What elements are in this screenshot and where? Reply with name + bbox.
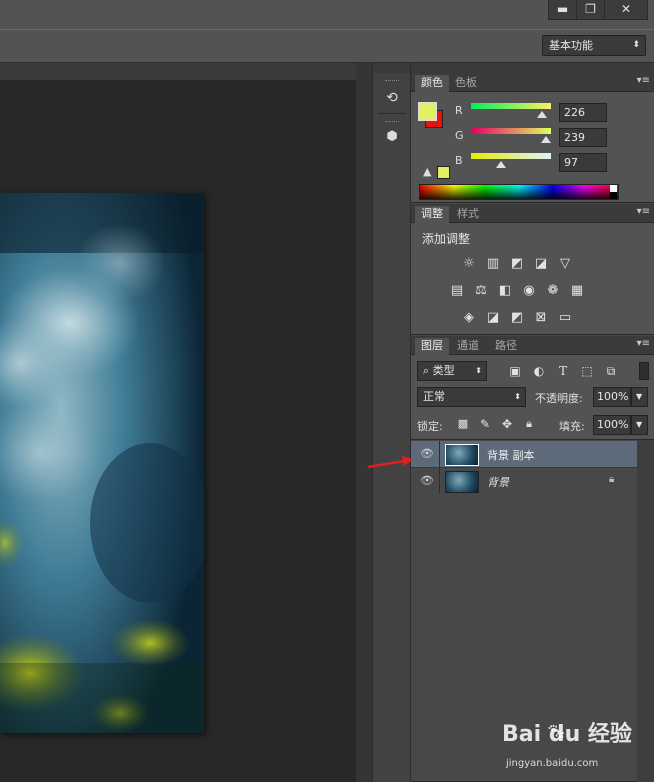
tab-swatches[interactable]: 色板	[449, 75, 483, 92]
baidu-watermark: Bai du 经验 🐾︎ jingyan.baidu.com	[502, 712, 652, 778]
channel-b-thumb[interactable]	[496, 161, 506, 168]
panel-menu-icon[interactable]: ▾≡	[637, 75, 650, 86]
3d-cube-icon[interactable]: ⬢	[383, 128, 401, 146]
opacity-dropdown-button[interactable]: ▼	[631, 387, 648, 407]
color-balance-icon[interactable]: ⚖	[473, 283, 489, 299]
tab-color[interactable]: 颜色	[415, 75, 449, 92]
vibrance-icon[interactable]: ▽	[557, 256, 573, 272]
color-spectrum-bar[interactable]	[419, 184, 619, 200]
channel-mixer-icon[interactable]: ❁	[545, 283, 561, 299]
adjustment-filter-icon[interactable]: ◐	[531, 363, 547, 379]
tab-channels[interactable]: 通道	[451, 338, 485, 355]
red-arrow-annotation	[367, 456, 413, 469]
smart-object-filter-icon[interactable]: ⧉	[603, 363, 619, 379]
threshold-icon[interactable]: ◩	[509, 310, 525, 326]
layer-name[interactable]: 背景	[487, 474, 509, 490]
hue-saturation-icon[interactable]: ▤	[449, 283, 465, 299]
eye-icon[interactable]: 👁︎	[420, 474, 434, 487]
shape-filter-icon[interactable]: ⬚	[579, 363, 595, 379]
panel-column: 颜色 色板 ▾≡ ▲ R 226 G 239 B 97 调整 样式 ▾≡ 添加调…	[411, 63, 654, 782]
lock-label: 锁定:	[417, 420, 443, 433]
workspace-switcher[interactable]: 基本功能 ⬍	[542, 35, 646, 56]
chevron-updown-icon: ⬍	[475, 366, 482, 375]
gamut-warning-icon[interactable]: ▲	[423, 165, 431, 178]
spectrum-black-chip[interactable]	[610, 192, 617, 199]
channel-r-slider[interactable]	[471, 103, 551, 109]
history-icon[interactable]: ⟲	[383, 89, 401, 107]
tab-layers[interactable]: 图层	[415, 338, 449, 355]
channel-g-thumb[interactable]	[541, 136, 551, 143]
close-button[interactable]: ✕	[604, 0, 648, 20]
eye-icon[interactable]: 👁︎	[420, 447, 434, 460]
gamut-color-swatch[interactable]	[437, 166, 450, 179]
layer-filter-label: 类型	[432, 364, 455, 377]
pixel-filter-icon[interactable]: ▣	[507, 363, 523, 379]
collapsed-panel-dock: ⟲ ⬢	[372, 63, 411, 782]
watermark-url: jingyan.baidu.com	[506, 758, 599, 769]
blend-mode-label: 正常	[423, 390, 445, 403]
tab-styles[interactable]: 样式	[451, 206, 485, 223]
layer-thumbnail	[445, 444, 479, 466]
layer-row-background-copy[interactable]: 👁︎ 背景 副本	[411, 441, 637, 467]
lock-position-icon[interactable]: ✥	[499, 416, 515, 432]
layer-name[interactable]: 背景 副本	[487, 447, 535, 463]
type-filter-icon[interactable]: T	[555, 363, 571, 379]
black-white-icon[interactable]: ◧	[497, 283, 513, 299]
chevron-updown-icon: ⬍	[632, 40, 640, 50]
adjustments-panel: 调整 样式 ▾≡ 添加调整 ☼ ▥ ◩ ◪ ▽ ▤ ⚖ ◧ ◉ ❁ ▦ ◈ ◪ …	[411, 204, 654, 335]
photo-filter-icon[interactable]: ◉	[521, 283, 537, 299]
lock-transparent-icon[interactable]: ▩	[455, 416, 471, 432]
invert-icon[interactable]: ◈	[461, 310, 477, 326]
tab-paths[interactable]: 路径	[489, 338, 523, 355]
selective-color-icon[interactable]: ▭	[557, 310, 573, 326]
panel-collapse-strip[interactable]	[411, 63, 654, 73]
panel-menu-icon[interactable]: ▾≡	[637, 206, 650, 217]
lock-brush-icon[interactable]: ✎	[477, 416, 493, 432]
fill-label: 填充:	[559, 420, 585, 433]
workspace-label: 基本功能	[549, 39, 593, 52]
adjustments-title: 添加调整	[422, 232, 471, 246]
paw-icon: 🐾︎	[546, 722, 567, 741]
filter-toggle-switch[interactable]	[639, 362, 649, 380]
fill-input[interactable]: 100%	[593, 415, 631, 435]
search-icon: ⌕	[423, 364, 430, 377]
document-image[interactable]	[0, 193, 204, 733]
layer-filter-select[interactable]: ⌕ 类型 ⬍	[417, 361, 487, 381]
tab-adjustments[interactable]: 调整	[415, 206, 449, 223]
channel-b-slider[interactable]	[471, 153, 551, 159]
exposure-icon[interactable]: ◪	[533, 256, 549, 272]
posterize-icon[interactable]: ◪	[485, 310, 501, 326]
levels-icon[interactable]: ▥	[485, 256, 501, 272]
channel-r-label: R	[455, 104, 463, 117]
spectrum-white-chip[interactable]	[610, 185, 617, 192]
lock-all-icon[interactable]: 🔒︎	[521, 416, 537, 432]
channel-g-input[interactable]: 239	[559, 128, 607, 147]
gradient-map-icon[interactable]: ⊠	[533, 310, 549, 326]
document-tab-strip	[0, 63, 356, 80]
channel-b-label: B	[455, 154, 463, 167]
curves-icon[interactable]: ◩	[509, 256, 525, 272]
panel-menu-icon[interactable]: ▾≡	[637, 338, 650, 349]
opacity-input[interactable]: 100%	[593, 387, 631, 407]
foreground-color-swatch[interactable]	[418, 102, 437, 121]
channel-r-thumb[interactable]	[537, 111, 547, 118]
restore-button[interactable]: ❐	[576, 0, 605, 20]
channel-g-label: G	[455, 129, 464, 142]
brightness-contrast-icon[interactable]: ☼	[461, 256, 477, 272]
minimize-button[interactable]: ▬	[548, 0, 577, 20]
color-lookup-icon[interactable]: ▦	[569, 283, 585, 299]
dock-divider	[356, 63, 372, 782]
layer-row-background[interactable]: 👁︎ 背景 🔒︎	[411, 467, 637, 494]
color-panel: 颜色 色板 ▾≡ ▲ R 226 G 239 B 97	[411, 73, 654, 203]
chevron-updown-icon: ⬍	[514, 392, 521, 401]
fill-dropdown-button[interactable]: ▼	[631, 415, 648, 435]
blend-mode-select[interactable]: 正常 ⬍	[417, 387, 526, 407]
lock-icon: 🔒︎	[609, 474, 615, 485]
opacity-label: 不透明度:	[535, 392, 583, 405]
channel-g-slider[interactable]	[471, 128, 551, 134]
channel-b-input[interactable]: 97	[559, 153, 607, 172]
layer-thumbnail	[445, 471, 479, 493]
channel-r-input[interactable]: 226	[559, 103, 607, 122]
watermark-brand: Bai du 经验	[502, 722, 632, 747]
